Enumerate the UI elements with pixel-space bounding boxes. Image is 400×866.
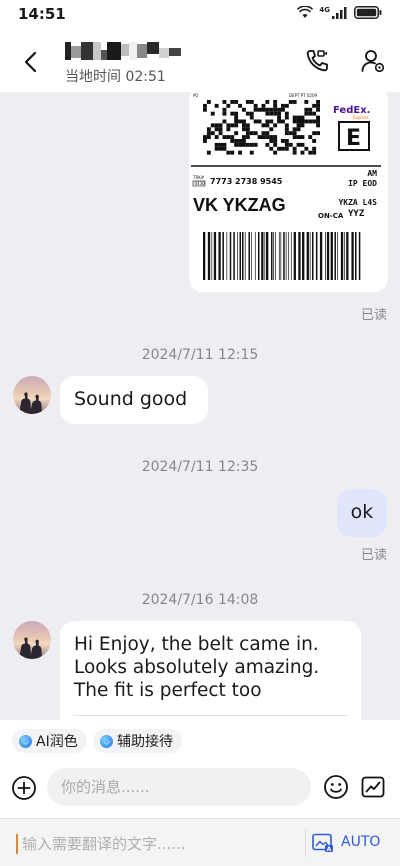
image-translate-icon[interactable]: A bbox=[312, 833, 334, 853]
timestamp: 2024/7/16 14:08 bbox=[141, 592, 259, 608]
bubble-divider bbox=[73, 715, 348, 716]
video-call-icon[interactable] bbox=[304, 48, 330, 74]
quick-actions-bar: AI润色 辅助接待 bbox=[0, 720, 400, 760]
assist-icon bbox=[100, 734, 113, 748]
assist-reception-button[interactable]: 辅助接待 bbox=[93, 729, 182, 753]
read-receipt: 已读 bbox=[361, 308, 388, 323]
form-code: 0430 bbox=[195, 181, 206, 186]
translate-input[interactable] bbox=[22, 831, 292, 857]
back-arrow-icon[interactable] bbox=[18, 48, 46, 76]
network-type: 4G bbox=[319, 5, 330, 14]
add-attachment-icon[interactable] bbox=[11, 775, 37, 801]
contact-avatar[interactable] bbox=[13, 376, 51, 414]
route-code: VK YKZAG bbox=[193, 195, 286, 215]
chat-header: 当地时间 02:51 bbox=[0, 30, 400, 92]
fedex-logo-sub: Express bbox=[353, 115, 369, 120]
label-top-left: PO bbox=[193, 93, 199, 98]
message-text: Hi Enjoy, the belt came in. Looks absolu… bbox=[74, 634, 320, 701]
chip-label: 辅助接待 bbox=[117, 734, 173, 750]
status-icons: 4G bbox=[297, 6, 382, 19]
postal-code: YKZA L4S bbox=[338, 198, 377, 207]
signal-icon bbox=[332, 6, 347, 19]
emoji-icon[interactable] bbox=[323, 774, 349, 800]
message-input[interactable] bbox=[47, 768, 311, 806]
status-time: 14:51 bbox=[18, 5, 66, 23]
contact-name-pixelated bbox=[65, 42, 185, 62]
message-bubble-incoming[interactable]: Sound good bbox=[60, 376, 208, 424]
contact-settings-icon[interactable] bbox=[360, 48, 386, 74]
message-text: ok bbox=[350, 501, 374, 523]
ai-polish-icon bbox=[19, 734, 32, 748]
airport: YYZ bbox=[348, 209, 365, 219]
battery-icon bbox=[354, 6, 382, 19]
svg-text:A: A bbox=[327, 846, 332, 853]
delivery-time: AM bbox=[367, 169, 377, 178]
message-input-bar bbox=[0, 760, 400, 818]
destination: ON-CA bbox=[318, 212, 344, 220]
message-text: Sound good bbox=[74, 388, 188, 410]
sticker-icon[interactable] bbox=[360, 774, 386, 800]
avatar-silhouette-icon bbox=[19, 637, 42, 659]
avatar-silhouette-icon bbox=[19, 392, 42, 414]
delivery-type: IP EOD bbox=[348, 179, 377, 188]
wifi-icon bbox=[297, 6, 314, 18]
chat-area[interactable]: PO DEPT PT 0209 FedEx. Express E AM TRK#… bbox=[0, 92, 400, 720]
shipping-label-image[interactable]: PO DEPT PT 0209 FedEx. Express E AM TRK#… bbox=[189, 92, 388, 292]
translate-mode-button[interactable]: AUTO bbox=[341, 834, 380, 850]
text-cursor bbox=[16, 834, 18, 854]
contact-avatar[interactable] bbox=[13, 621, 51, 659]
service-letter: E bbox=[346, 126, 361, 151]
ai-polish-button[interactable]: AI润色 bbox=[12, 729, 87, 753]
label-top-mid: DEPT PT 0209 bbox=[289, 93, 317, 98]
local-time: 当地时间 02:51 bbox=[65, 69, 166, 85]
tracking-number: 7773 2738 9545 bbox=[210, 177, 283, 186]
translate-bar: A AUTO bbox=[0, 818, 400, 866]
tracking-label: TRK# bbox=[192, 175, 205, 180]
fedex-label: PO DEPT PT 0209 FedEx. Express E AM TRK#… bbox=[191, 92, 381, 282]
message-bubble-incoming[interactable]: Hi Enjoy, the belt came in. Looks absolu… bbox=[60, 621, 361, 720]
timestamp: 2024/7/11 12:35 bbox=[141, 459, 259, 475]
read-receipt: 已读 bbox=[361, 548, 388, 563]
message-bubble-outgoing[interactable]: ok bbox=[337, 489, 387, 537]
status-bar: 14:51 4G bbox=[0, 0, 400, 30]
timestamp: 2024/7/11 12:15 bbox=[141, 347, 259, 363]
chip-label: AI润色 bbox=[36, 734, 78, 750]
divider bbox=[305, 829, 306, 857]
